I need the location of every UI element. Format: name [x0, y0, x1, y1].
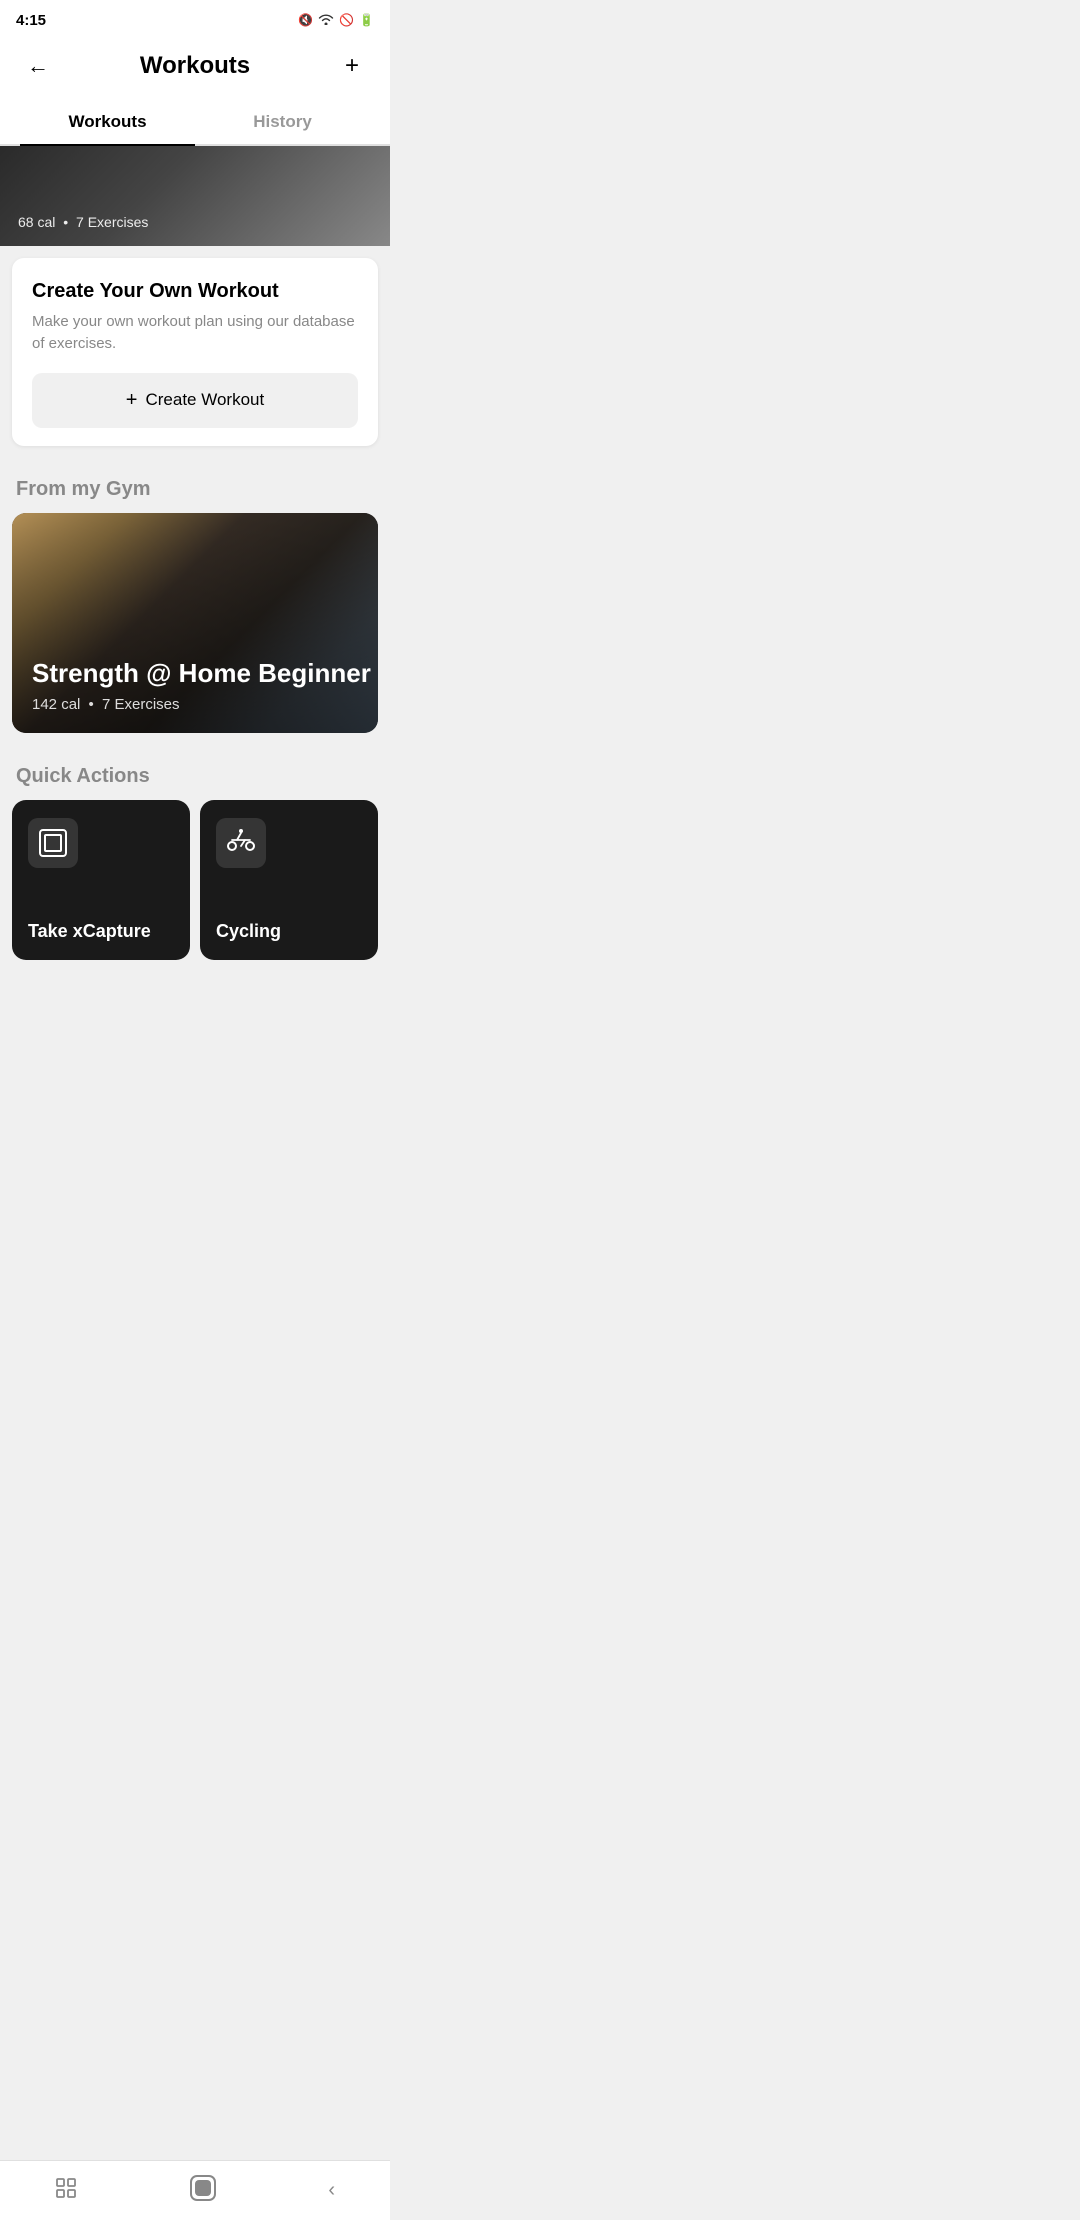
tab-workouts[interactable]: Workouts: [20, 100, 195, 144]
nav-center-icon: [187, 2172, 219, 2209]
quick-actions-cards: Take xCapture Cycling: [0, 800, 390, 976]
tab-bar: Workouts History: [0, 100, 390, 146]
quick-actions-header: Quick Actions: [0, 749, 390, 800]
add-button[interactable]: +: [334, 48, 370, 84]
gym-workout-meta: 142 cal • 7 Exercises: [32, 696, 371, 713]
battery-icon: 🔋: [359, 13, 374, 27]
status-bar: 4:15 🔇 🚫 🔋: [0, 0, 390, 36]
cycling-icon-container: [216, 818, 266, 868]
nav-icon-right: ‹: [328, 2179, 335, 2202]
back-button[interactable]: ←: [20, 48, 56, 84]
status-time: 4:15: [16, 12, 46, 29]
nav-item-center[interactable]: [187, 2172, 219, 2209]
gym-workout-info: Strength @ Home Beginner 142 cal • 7 Exe…: [32, 658, 371, 712]
quick-actions-section: Quick Actions Take xCapture: [0, 749, 390, 976]
create-workout-card: Create Your Own Workout Make your own wo…: [12, 258, 378, 446]
cycling-label: Cycling: [216, 921, 362, 942]
capture-icon-container: [28, 818, 78, 868]
quick-action-capture[interactable]: Take xCapture: [12, 800, 190, 960]
header: ← Workouts +: [0, 36, 390, 100]
bottom-nav: ‹: [0, 2160, 390, 2220]
create-workout-title: Create Your Own Workout: [32, 280, 358, 303]
capture-icon: [39, 829, 67, 857]
tab-history[interactable]: History: [195, 100, 370, 144]
nav-item-right[interactable]: ‹: [328, 2179, 335, 2202]
create-btn-plus-icon: +: [126, 389, 138, 412]
gym-workout-title: Strength @ Home Beginner: [32, 658, 371, 689]
muted-icon: 🔇: [298, 13, 313, 27]
create-workout-desc: Make your own workout plan using our dat…: [32, 311, 358, 355]
top-workout-meta: 68 cal • 7 Exercises: [18, 214, 148, 230]
top-workout-card[interactable]: 68 cal • 7 Exercises: [0, 146, 390, 246]
page-title: Workouts: [140, 52, 250, 80]
from-my-gym-section: From my Gym Strength @ Home Beginner 142…: [0, 462, 390, 733]
create-workout-button[interactable]: + Create Workout: [32, 373, 358, 428]
nav-item-left[interactable]: [55, 2177, 77, 2205]
quick-action-cycling[interactable]: Cycling: [200, 800, 378, 960]
cycling-icon: [227, 829, 255, 857]
capture-label: Take xCapture: [28, 921, 174, 942]
status-icons: 🔇 🚫 🔋: [298, 13, 374, 28]
gym-workout-card[interactable]: Strength @ Home Beginner 142 cal • 7 Exe…: [12, 513, 378, 733]
wifi-icon: [318, 13, 334, 28]
nav-icon-left: [55, 2177, 77, 2205]
block-icon: 🚫: [339, 13, 354, 27]
from-my-gym-header: From my Gym: [0, 462, 390, 513]
top-workout-info: 68 cal • 7 Exercises: [18, 214, 148, 232]
